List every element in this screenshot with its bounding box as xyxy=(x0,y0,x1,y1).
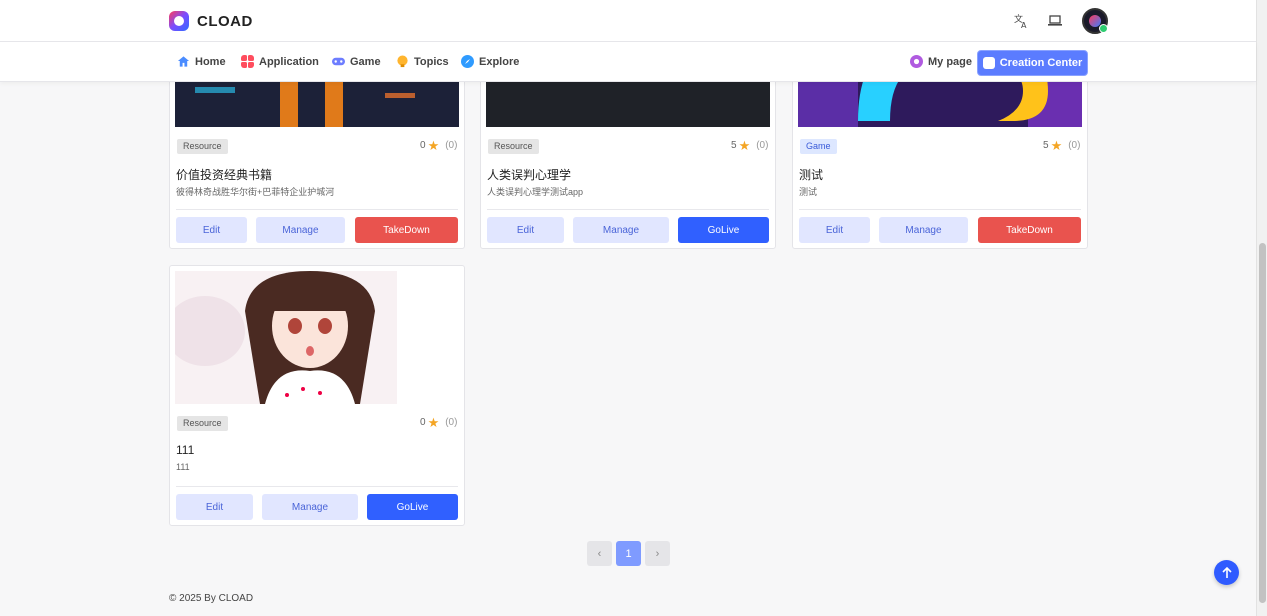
laptop-icon[interactable] xyxy=(1044,10,1066,32)
rating: 0 ★ (0) xyxy=(420,414,458,430)
star-icon: ★ xyxy=(738,137,751,153)
rating: 5 ★ (0) xyxy=(731,137,769,153)
header-actions: 文A xyxy=(1010,8,1108,34)
nav-item-label: Explore xyxy=(479,55,520,68)
edit-button[interactable]: Edit xyxy=(176,217,247,243)
main-nav: Home Application Game Topics Explore My … xyxy=(0,42,1256,82)
compass-icon xyxy=(461,55,474,68)
card-title: 人类误判心理学 xyxy=(487,168,572,182)
star-icon: ★ xyxy=(427,414,440,430)
category-tag: Game xyxy=(800,139,837,154)
card-description: 彼得林奇战胜华尔街+巴菲特企业护城河 xyxy=(176,187,335,197)
creation-center-button[interactable]: Creation Center xyxy=(977,50,1088,76)
nav-item-label: Game xyxy=(350,55,381,68)
top-header: CLOAD 文A xyxy=(0,0,1256,42)
flower-icon xyxy=(910,55,923,68)
rating-count: (0) xyxy=(445,140,458,151)
manage-button[interactable]: Manage xyxy=(573,217,669,243)
card-divider xyxy=(176,209,458,210)
golive-button[interactable]: GoLive xyxy=(367,494,458,520)
nav-item-label: Topics xyxy=(414,55,449,68)
edit-button[interactable]: Edit xyxy=(487,217,564,243)
vertical-scrollbar[interactable] xyxy=(1256,0,1267,616)
rating: 0 ★ (0) xyxy=(420,137,458,153)
card-description: 111 xyxy=(176,462,190,472)
edit-button[interactable]: Edit xyxy=(176,494,253,520)
rating-count: (0) xyxy=(1068,140,1081,151)
star-icon: ★ xyxy=(1050,137,1063,153)
nav-item-label: Home xyxy=(195,55,226,68)
card-divider xyxy=(799,209,1081,210)
card-title: 价值投资经典书籍 xyxy=(176,168,273,182)
back-to-top-button[interactable] xyxy=(1214,560,1239,585)
pagination-page-1[interactable]: 1 xyxy=(616,541,641,566)
rating-value: 5 xyxy=(731,140,737,151)
card-divider xyxy=(487,209,769,210)
nav-item-explore[interactable]: Explore xyxy=(461,55,519,68)
rating-value: 0 xyxy=(420,140,426,151)
nav-item-label: Application xyxy=(259,55,319,68)
rating-value: 0 xyxy=(420,417,426,428)
scrollbar-thumb[interactable] xyxy=(1259,243,1266,603)
nav-item-topics[interactable]: Topics xyxy=(396,55,449,68)
pagination-next[interactable]: › xyxy=(645,541,670,566)
category-tag: Resource xyxy=(488,139,539,154)
category-tag: Resource xyxy=(177,139,228,154)
takedown-button[interactable]: TakeDown xyxy=(355,217,458,243)
arrow-up-icon xyxy=(1221,566,1232,578)
rating-count: (0) xyxy=(756,140,769,151)
grid-icon xyxy=(241,55,254,68)
category-tag: Resource xyxy=(177,416,228,431)
card-description: 测试 xyxy=(799,187,818,197)
creation-center-icon xyxy=(982,57,995,69)
rating-count: (0) xyxy=(445,417,458,428)
cload-logo xyxy=(169,11,189,31)
edit-button[interactable]: Edit xyxy=(799,217,870,243)
my-page-label: My page xyxy=(928,55,973,68)
lightbulb-icon xyxy=(397,55,408,68)
manage-button[interactable]: Manage xyxy=(262,494,358,520)
rating: 5 ★ (0) xyxy=(1043,137,1081,153)
rating-value: 5 xyxy=(1043,140,1049,151)
golive-button[interactable]: GoLive xyxy=(678,217,769,243)
brand-name: CLOAD xyxy=(197,12,253,30)
resource-card: Resource 0 ★ (0) 111 111 Edit Manage GoL… xyxy=(169,265,465,526)
takedown-button[interactable]: TakeDown xyxy=(978,217,1081,243)
manage-button[interactable]: Manage xyxy=(256,217,345,243)
card-description: 人类误判心理学测试app xyxy=(487,187,584,197)
translate-icon[interactable]: 文A xyxy=(1010,10,1032,32)
my-page-link[interactable]: My page xyxy=(910,55,972,68)
brand[interactable]: CLOAD xyxy=(169,11,253,31)
star-icon: ★ xyxy=(427,137,440,153)
pagination-prev[interactable]: ‹ xyxy=(587,541,612,566)
svg-text:A: A xyxy=(1021,21,1027,29)
gamepad-icon xyxy=(332,57,345,66)
card-title: 测试 xyxy=(799,168,824,182)
card-cover-image[interactable] xyxy=(175,271,397,404)
card-divider xyxy=(176,486,458,487)
nav-item-game[interactable]: Game xyxy=(332,55,381,68)
card-title: 111 xyxy=(176,443,195,457)
nav-item-application[interactable]: Application xyxy=(241,55,319,68)
footer-copyright: © 2025 By CLOAD xyxy=(169,593,254,604)
avatar[interactable] xyxy=(1082,8,1108,34)
nav-item-home[interactable]: Home xyxy=(177,55,226,68)
manage-button[interactable]: Manage xyxy=(879,217,968,243)
creation-center-label: Creation Center xyxy=(999,57,1083,69)
home-icon xyxy=(177,56,190,67)
